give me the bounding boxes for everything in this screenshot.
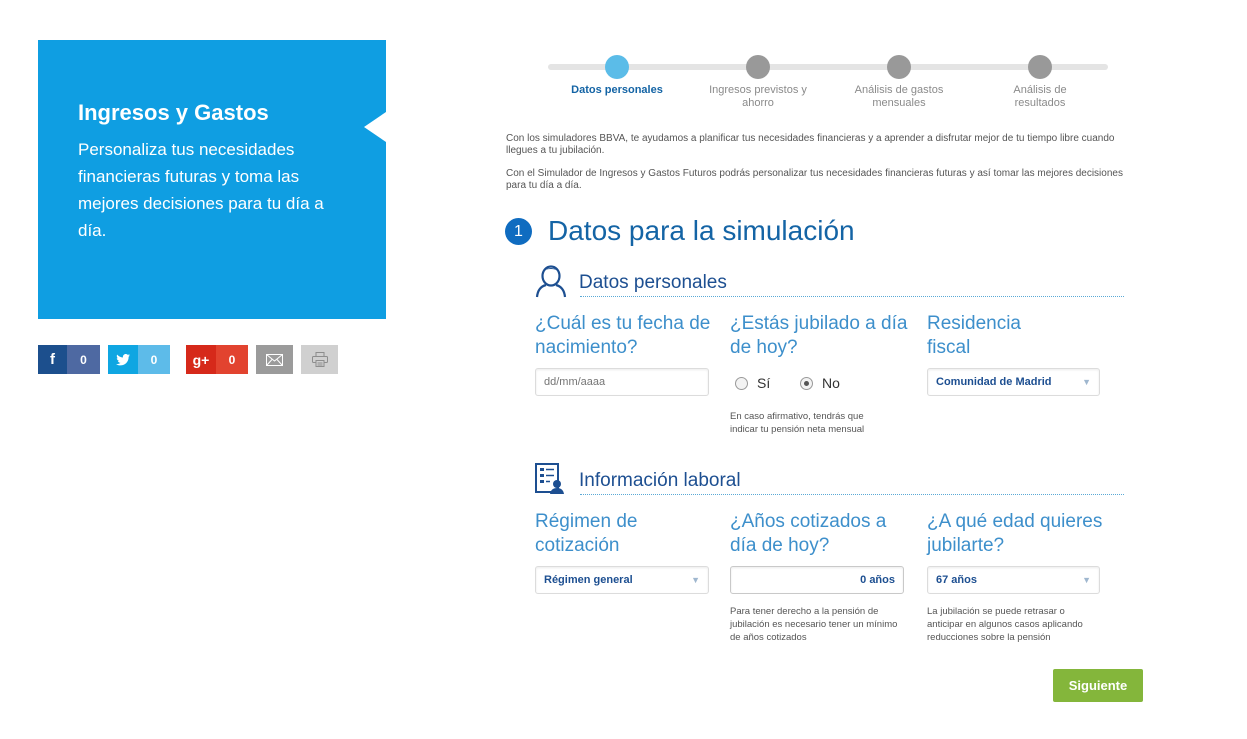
step-datos-personales[interactable]: Datos personales bbox=[547, 54, 687, 97]
birth-date-question: ¿Cuál es tu fecha de nacimiento? bbox=[535, 313, 711, 358]
residence-select[interactable]: Comunidad de Madrid ▼ bbox=[927, 368, 1100, 396]
next-button[interactable]: Siguiente bbox=[1053, 669, 1143, 702]
step-label: Análisis de resultados bbox=[1013, 84, 1067, 109]
step-label: Análisis de gastos mensuales bbox=[854, 84, 944, 109]
promo-title: Ingresos y Gastos bbox=[78, 100, 269, 125]
work-info-divider bbox=[580, 494, 1124, 495]
google-plus-icon: g+ bbox=[186, 345, 216, 374]
step-ingresos-previstos[interactable]: Ingresos previstos y ahorro bbox=[688, 54, 828, 110]
years-help-text: Para tener derecho a la pensión de jubil… bbox=[730, 606, 898, 643]
retired-no-radio[interactable]: No bbox=[800, 375, 840, 391]
twitter-share-count: 0 bbox=[138, 345, 170, 374]
regime-value: Régimen general bbox=[544, 574, 633, 586]
step-label: Datos personales bbox=[571, 84, 663, 96]
birth-date-input[interactable] bbox=[535, 368, 709, 396]
section-number-badge: 1 bbox=[505, 218, 532, 245]
years-question: ¿Años cotizados a día de hoy? bbox=[730, 511, 887, 556]
age-select[interactable]: 67 años ▼ bbox=[927, 566, 1100, 594]
googleplus-share-count: 0 bbox=[216, 345, 248, 374]
years-value: 0 años bbox=[860, 574, 895, 586]
facebook-share-button[interactable]: f 0 bbox=[38, 345, 100, 374]
promo-panel: Ingresos y Gastos Personaliza tus necesi… bbox=[38, 40, 386, 319]
promo-notch bbox=[364, 112, 386, 142]
radio-circle-selected bbox=[800, 376, 813, 390]
intro-paragraph-2: Con el Simulador de Ingresos y Gastos Fu… bbox=[506, 168, 1123, 191]
retired-yes-radio[interactable]: Sí bbox=[735, 375, 770, 391]
personal-data-divider bbox=[580, 296, 1124, 297]
step-analisis-resultados[interactable]: Análisis de resultados bbox=[970, 54, 1110, 110]
twitter-share-button[interactable]: 0 bbox=[108, 345, 170, 374]
regime-select[interactable]: Régimen general ▼ bbox=[535, 566, 709, 594]
email-icon bbox=[266, 353, 283, 366]
step-dot bbox=[1028, 55, 1052, 79]
retired-no-label: No bbox=[822, 375, 840, 391]
retired-help-text: En caso afirmativo, tendrás que indicar … bbox=[730, 411, 865, 435]
retired-question: ¿Estás jubilado a día de hoy? bbox=[730, 313, 908, 358]
work-info-title: Información laboral bbox=[579, 470, 741, 491]
email-share-button[interactable] bbox=[256, 345, 293, 374]
facebook-share-count: 0 bbox=[67, 345, 100, 374]
step-dot bbox=[746, 55, 770, 79]
section-title: Datos para la simulación bbox=[548, 215, 855, 246]
step-dot bbox=[605, 55, 629, 79]
personal-data-title: Datos personales bbox=[579, 272, 727, 293]
step-analisis-gastos[interactable]: Análisis de gastos mensuales bbox=[829, 54, 969, 110]
radio-dot bbox=[804, 380, 809, 386]
chevron-down-icon: ▼ bbox=[1082, 377, 1091, 387]
age-value: 67 años bbox=[936, 574, 977, 586]
facebook-icon: f bbox=[38, 345, 67, 374]
chevron-down-icon: ▼ bbox=[691, 575, 700, 585]
step-label: Ingresos previstos y ahorro bbox=[709, 84, 807, 109]
twitter-icon bbox=[108, 345, 138, 374]
print-icon bbox=[311, 352, 328, 367]
step-dot bbox=[887, 55, 911, 79]
regime-question: Régimen de cotización bbox=[535, 511, 638, 556]
work-info-icon bbox=[535, 463, 564, 494]
age-question: ¿A qué edad quieres jubilarte? bbox=[927, 511, 1103, 556]
googleplus-share-button[interactable]: g+ 0 bbox=[186, 345, 248, 374]
print-button[interactable] bbox=[301, 345, 338, 374]
age-help-text: La jubilación se puede retrasar o antici… bbox=[927, 606, 1083, 643]
chevron-down-icon: ▼ bbox=[1082, 575, 1091, 585]
retired-yes-label: Sí bbox=[757, 375, 771, 391]
residence-value: Comunidad de Madrid bbox=[936, 376, 1052, 388]
years-input[interactable]: 0 años bbox=[730, 566, 904, 594]
intro-paragraph-1: Con los simuladores BBVA, te ayudamos a … bbox=[506, 133, 1115, 156]
progress-stepper: Datos personales Ingresos previstos y ah… bbox=[548, 54, 1108, 114]
residence-question: Residencia fiscal bbox=[927, 313, 1021, 358]
radio-circle bbox=[735, 376, 748, 390]
promo-text: Personaliza tus necesidades financieras … bbox=[78, 140, 324, 240]
user-icon bbox=[535, 265, 567, 298]
